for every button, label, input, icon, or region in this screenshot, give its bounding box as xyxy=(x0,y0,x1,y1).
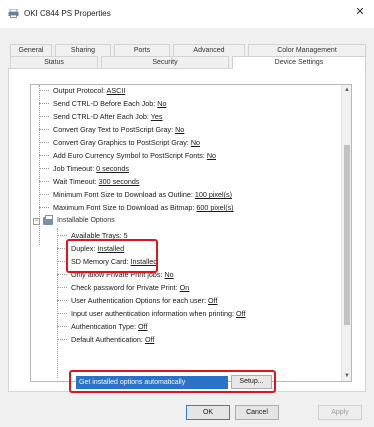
collapse-icon[interactable]: − xyxy=(33,218,40,225)
tab-sharing[interactable]: Sharing xyxy=(55,44,111,56)
tab-device-settings[interactable]: Device Settings xyxy=(232,56,366,69)
tab-advanced[interactable]: Advanced xyxy=(173,44,245,56)
window-title: OKI C844 PS Properties xyxy=(24,9,111,18)
cancel-button[interactable]: Cancel xyxy=(235,405,279,420)
tab-security[interactable]: Security xyxy=(101,56,229,68)
printer-icon xyxy=(43,215,53,225)
tab-status[interactable]: Status xyxy=(10,56,98,68)
setup-button[interactable]: Setup... xyxy=(231,375,272,389)
ok-button[interactable]: OK xyxy=(186,405,230,420)
title-bar: OKI C844 PS Properties ✕ xyxy=(0,0,374,28)
tree-group-label: Installable Options xyxy=(57,217,115,224)
close-icon[interactable]: ✕ xyxy=(346,0,374,28)
tree-scrollbar[interactable]: ▲ ▼ xyxy=(341,85,351,381)
tree-group-installable-options[interactable]: − Installable Options xyxy=(33,215,233,227)
printer-icon xyxy=(8,9,19,18)
scroll-up-icon[interactable]: ▲ xyxy=(342,85,351,95)
tab-general[interactable]: General xyxy=(10,44,52,56)
tree-connector xyxy=(57,228,58,378)
scroll-thumb[interactable] xyxy=(344,145,350,325)
settings-tree[interactable]: Output Protocol: ASCII Send CTRL-D Befor… xyxy=(30,84,352,382)
apply-button[interactable]: Apply xyxy=(318,405,362,420)
scroll-down-icon[interactable]: ▼ xyxy=(342,371,351,381)
get-installed-options-button[interactable]: Get installed options automatically xyxy=(76,376,228,389)
tab-ports[interactable]: Ports xyxy=(114,44,170,56)
tab-color-management[interactable]: Color Management xyxy=(248,44,366,56)
